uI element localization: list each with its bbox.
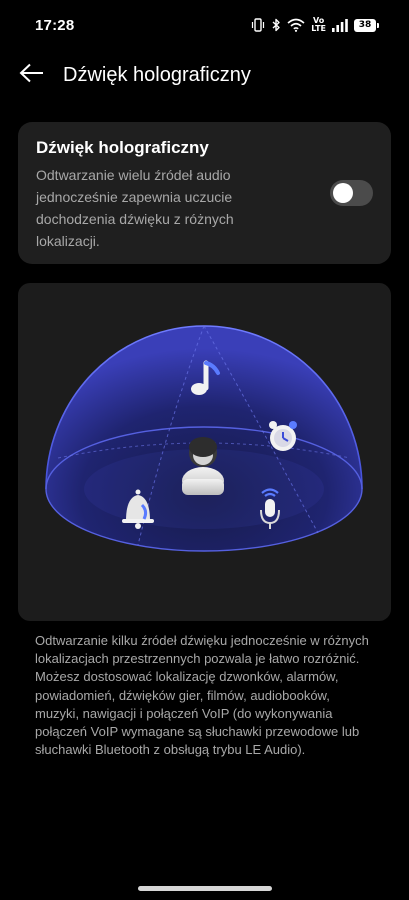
- vibrate-icon: [251, 18, 265, 32]
- holographic-sound-illustration: [18, 283, 391, 621]
- arrow-left-icon: [19, 63, 45, 88]
- battery-icon: 38: [354, 18, 379, 32]
- bluetooth-icon: [271, 18, 281, 32]
- status-bar: 17:28 Vo LTE 38: [0, 0, 409, 48]
- volte-icon: Vo LTE: [311, 17, 326, 33]
- holographic-sound-toggle[interactable]: [330, 180, 373, 206]
- battery-level: 38: [354, 18, 376, 32]
- holographic-sound-setting-card[interactable]: Dźwięk holograficzny Odtwarzanie wielu ź…: [18, 122, 391, 264]
- toggle-knob: [333, 183, 353, 203]
- volte-label-bottom: LTE: [311, 24, 326, 33]
- wifi-icon: [287, 18, 305, 32]
- app-header: Dźwięk holograficzny: [0, 52, 409, 98]
- alarm-clock-icon: [269, 421, 297, 451]
- setting-title: Dźwięk holograficzny: [36, 138, 209, 157]
- gesture-nav-handle[interactable]: [138, 886, 272, 891]
- back-button[interactable]: [14, 58, 50, 92]
- page-title: Dźwięk holograficzny: [63, 64, 251, 86]
- status-icons: Vo LTE 38: [251, 16, 379, 34]
- feature-description: Odtwarzanie kilku źródeł dźwięku jednocz…: [35, 633, 369, 758]
- signal-icon: [332, 18, 348, 32]
- status-time: 17:28: [35, 17, 75, 34]
- setting-description: Odtwarzanie wielu źródeł audio jednocześ…: [36, 167, 234, 249]
